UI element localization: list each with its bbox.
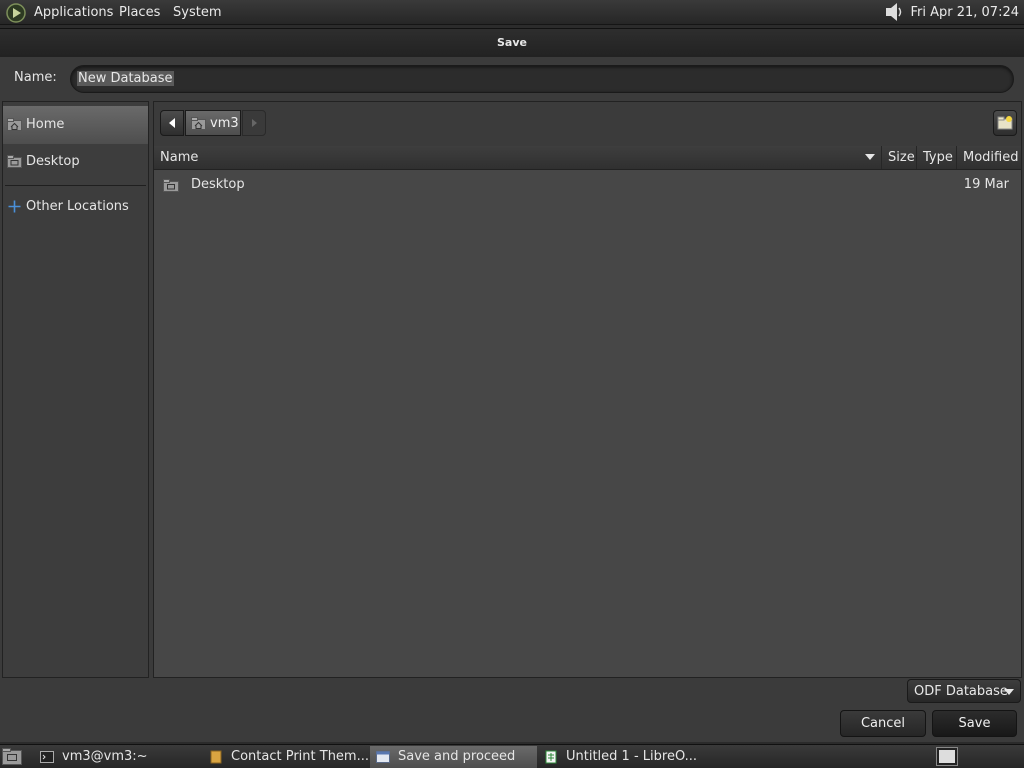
- path-bar: vm3: [154, 102, 1021, 146]
- file-row[interactable]: Desktop 19 Mar: [154, 171, 1021, 201]
- home-folder-icon: [7, 118, 22, 131]
- sidebar-item-other-locations[interactable]: Other Locations: [3, 188, 148, 226]
- dialog-title: Save: [0, 29, 1024, 57]
- show-desktop-icon[interactable]: [2, 748, 22, 765]
- task-libreoffice[interactable]: Untitled 1 - LibreO...: [538, 746, 702, 768]
- file-type-filter-label: ODF Database: [914, 684, 1008, 699]
- task-label: vm3@vm3:~: [62, 749, 148, 764]
- column-name[interactable]: Name: [154, 146, 882, 169]
- name-label: Name:: [14, 70, 57, 85]
- task-save-and-proceed[interactable]: Save and proceed: [370, 746, 537, 768]
- sidebar-divider: [5, 185, 146, 186]
- app-logo-icon[interactable]: [6, 3, 26, 23]
- path-crumb-label: vm3: [210, 116, 239, 131]
- cancel-button[interactable]: Cancel: [840, 710, 926, 737]
- filename-input[interactable]: New Database: [70, 65, 1014, 93]
- create-folder-button[interactable]: [993, 110, 1017, 136]
- plus-icon: [8, 200, 21, 213]
- spreadsheet-icon: [545, 750, 557, 764]
- volume-icon[interactable]: [884, 2, 906, 22]
- filename-value: New Database: [77, 71, 174, 86]
- sidebar-item-label: Other Locations: [26, 199, 129, 214]
- places-menu[interactable]: Places: [119, 0, 160, 25]
- window-icon: [376, 751, 390, 763]
- task-contact-print[interactable]: Contact Print Them...: [203, 746, 369, 768]
- desktop-folder-icon: [7, 155, 22, 168]
- file-name: Desktop: [191, 177, 245, 192]
- file-browser-pane: vm3 Name Size Type Modified Desktop 19 M…: [153, 101, 1022, 678]
- task-label: Untitled 1 - LibreO...: [566, 749, 698, 764]
- workspace-switcher[interactable]: [936, 747, 958, 766]
- terminal-icon: [40, 751, 54, 763]
- folder-icon: [163, 179, 179, 192]
- places-sidebar: Home Desktop Other Locations: [2, 101, 149, 678]
- path-back-button[interactable]: [160, 110, 184, 136]
- chevron-down-icon: [1004, 689, 1014, 695]
- save-dialog: Save Name: New Database Home Desktop Oth…: [0, 28, 1024, 742]
- column-type[interactable]: Type: [917, 146, 957, 169]
- taskbar: vm3@vm3:~ Contact Print Them... Save and…: [0, 744, 1024, 768]
- column-size[interactable]: Size: [882, 146, 917, 169]
- column-header: Name Size Type Modified: [154, 146, 1021, 170]
- home-folder-icon: [191, 117, 206, 130]
- applications-menu[interactable]: Applications: [34, 0, 113, 25]
- system-menu[interactable]: System: [173, 0, 221, 25]
- save-button[interactable]: Save: [932, 710, 1017, 737]
- file-modified: 19 Mar: [963, 177, 1009, 192]
- sort-descending-icon: [865, 154, 875, 160]
- name-row: Name: New Database: [0, 57, 1024, 101]
- task-label: Contact Print Them...: [231, 749, 369, 764]
- path-crumb-vm3[interactable]: vm3: [185, 110, 241, 136]
- column-modified[interactable]: Modified: [957, 146, 1021, 169]
- chevron-right-icon: [252, 119, 257, 127]
- task-terminal[interactable]: vm3@vm3:~: [34, 746, 194, 768]
- column-name-label: Name: [160, 150, 199, 165]
- path-forward-button[interactable]: [242, 110, 266, 136]
- task-label: Save and proceed: [398, 749, 516, 764]
- file-list: Desktop 19 Mar: [154, 170, 1021, 677]
- workspace-thumbnail: [939, 750, 955, 763]
- sidebar-item-home[interactable]: Home: [3, 106, 148, 144]
- sidebar-item-label: Desktop: [26, 154, 80, 169]
- new-folder-icon: [997, 116, 1013, 130]
- sidebar-item-desktop[interactable]: Desktop: [3, 143, 148, 181]
- sidebar-item-label: Home: [26, 117, 65, 132]
- clock[interactable]: Fri Apr 21, 07:24: [910, 0, 1019, 25]
- document-icon: [210, 750, 222, 764]
- chevron-left-icon: [169, 118, 175, 128]
- file-type-filter[interactable]: ODF Database: [907, 679, 1021, 703]
- top-panel: Applications Places System Fri Apr 21, 0…: [0, 0, 1024, 25]
